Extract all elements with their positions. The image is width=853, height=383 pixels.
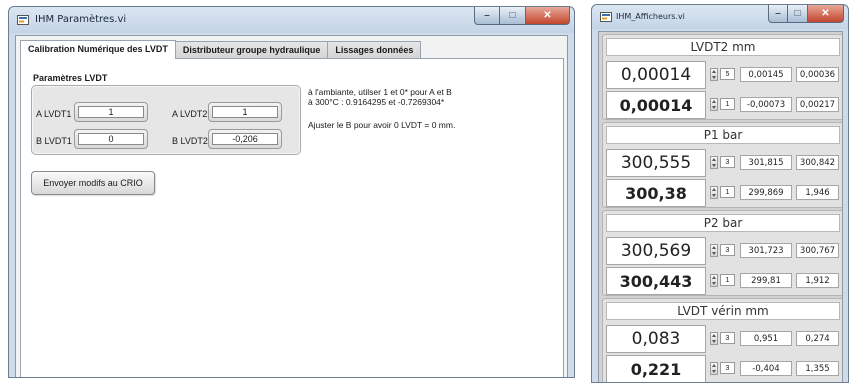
precision-spinner[interactable]: [710, 98, 718, 111]
secondary-value-display: 1,355: [796, 361, 839, 376]
max-value-display: 0,951: [740, 331, 792, 346]
maximize-button[interactable]: □: [500, 7, 526, 25]
precision-value[interactable]: 1: [720, 98, 735, 110]
tab-panel-calibration: Paramètres LVDT A LVDT1 1 A LVDT2 1 B LV…: [20, 58, 564, 377]
precision-value[interactable]: 3: [720, 156, 735, 168]
close-icon: ✕: [821, 8, 830, 19]
b-lvdt2-label: B LVDT2: [172, 136, 208, 146]
min-value-display: -0,00073: [740, 97, 792, 112]
secondary-value-display: 300,767: [796, 243, 839, 258]
min-value-display: -0,404: [740, 361, 792, 376]
secondary-value-display: 1,912: [796, 273, 839, 288]
a-lvdt1-value[interactable]: 1: [78, 106, 144, 118]
display-window-caption-buttons: – □ ✕: [768, 5, 844, 23]
precision-value[interactable]: 5: [720, 68, 735, 80]
minimize-icon: –: [775, 8, 781, 19]
settings-window-caption-buttons: – □ ✕: [474, 7, 570, 25]
panel-header: LVDT2 mm: [606, 38, 840, 56]
tab-calibration-lvdt[interactable]: Calibration Numérique des LVDT: [20, 40, 176, 59]
filtered-value-display: 0,00014: [606, 91, 706, 119]
display-window-client: LVDT2 mm 0,00014 5 0,00145 0,00036 0,000…: [598, 31, 843, 382]
maximize-button[interactable]: □: [788, 5, 808, 23]
maximize-icon: □: [509, 10, 516, 21]
group-title-parametres-lvdt: Paramètres LVDT: [33, 73, 108, 83]
send-to-crio-button[interactable]: Envoyer modifs au CRIO: [31, 171, 155, 195]
settings-window-client: Calibration Numérique des LVDT Distribut…: [15, 35, 568, 377]
panel-lvdt-verin: LVDT vérin mm 0,083 3 0,951 0,274 0,221 …: [602, 298, 842, 382]
minimize-button[interactable]: –: [474, 7, 500, 25]
instant-value-display: 300,555: [606, 149, 706, 177]
maximize-icon: □: [794, 8, 801, 19]
precision-spinner[interactable]: [710, 186, 718, 199]
precision-spinner[interactable]: [710, 274, 718, 287]
b-lvdt2-value[interactable]: -0,206: [212, 133, 278, 145]
labview-vi-icon: [17, 15, 29, 25]
min-value-display: 299,81: [740, 273, 792, 288]
panel-lvdt2: LVDT2 mm 0,00014 5 0,00145 0,00036 0,000…: [602, 34, 842, 120]
precision-value[interactable]: 3: [720, 362, 735, 374]
precision-spinner[interactable]: [710, 244, 718, 257]
max-value-display: 301,723: [740, 243, 792, 258]
b-lvdt2-field[interactable]: -0,206: [208, 129, 282, 149]
instant-value-display: 0,083: [606, 325, 706, 353]
precision-spinner[interactable]: [710, 68, 718, 81]
panel-header: P2 bar: [606, 214, 840, 232]
a-lvdt2-value[interactable]: 1: [212, 106, 278, 118]
note-ambient: à l'ambiante, utilser 1 et 0* pour A et …: [308, 87, 452, 97]
note-adjust-b: Ajuster le B pour avoir 0 LVDT = 0 mm.: [308, 120, 456, 130]
b-lvdt1-value[interactable]: 0: [78, 133, 144, 145]
panel-p2: P2 bar 300,569 3 301,723 300,767 300,443…: [602, 210, 842, 296]
settings-window-titlebar[interactable]: IHM Paramètres.vi – □ ✕: [9, 7, 574, 33]
b-lvdt1-field[interactable]: 0: [74, 129, 148, 149]
secondary-value-display: 0,00036: [796, 67, 839, 82]
secondary-value-display: 300,842: [796, 155, 839, 170]
a-lvdt2-field[interactable]: 1: [208, 102, 282, 122]
precision-value[interactable]: 1: [720, 186, 735, 198]
instant-value-display: 300,569: [606, 237, 706, 265]
tab-distributeur-hydraulique[interactable]: Distributeur groupe hydraulique: [174, 41, 329, 58]
filtered-value-display: 300,443: [606, 267, 706, 295]
precision-spinner[interactable]: [710, 156, 718, 169]
settings-window: IHM Paramètres.vi – □ ✕ Calibration Numé…: [8, 6, 575, 378]
display-window-titlebar[interactable]: IHM_Afficheurs.vi – □ ✕: [592, 5, 848, 29]
filtered-value-display: 0,221: [606, 355, 706, 382]
panel-header: LVDT vérin mm: [606, 302, 840, 320]
precision-value[interactable]: 3: [720, 244, 735, 256]
precision-spinner[interactable]: [710, 332, 718, 345]
tab-lissages-donnees[interactable]: Lissages données: [327, 41, 422, 58]
tab-bar: Calibration Numérique des LVDT Distribut…: [20, 40, 422, 59]
close-icon: ✕: [543, 10, 552, 21]
labview-vi-icon: [600, 12, 612, 22]
secondary-value-display: 0,00217: [796, 97, 839, 112]
precision-value[interactable]: 1: [720, 274, 735, 286]
a-lvdt2-label: A LVDT2: [172, 109, 208, 119]
precision-value[interactable]: 3: [720, 332, 735, 344]
display-window: IHM_Afficheurs.vi – □ ✕ LVDT2 mm 0,00014…: [591, 4, 849, 383]
secondary-value-display: 1,946: [796, 185, 839, 200]
settings-window-title: IHM Paramètres.vi: [35, 14, 127, 25]
panel-p1: P1 bar 300,555 3 301,815 300,842 300,38 …: [602, 122, 842, 208]
precision-spinner[interactable]: [710, 362, 718, 375]
a-lvdt1-label: A LVDT1: [36, 109, 72, 119]
lvdt-parameters-group: A LVDT1 1 A LVDT2 1 B LVDT1 0 B LVDT2 -0…: [31, 85, 301, 155]
a-lvdt1-field[interactable]: 1: [74, 102, 148, 122]
close-button[interactable]: ✕: [808, 5, 844, 23]
minimize-icon: –: [484, 10, 490, 21]
secondary-value-display: 0,274: [796, 331, 839, 346]
close-button[interactable]: ✕: [526, 7, 570, 25]
filtered-value-display: 300,38: [606, 179, 706, 207]
display-window-title: IHM_Afficheurs.vi: [616, 12, 685, 21]
max-value-display: 301,815: [740, 155, 792, 170]
max-value-display: 0,00145: [740, 67, 792, 82]
minimize-button[interactable]: –: [768, 5, 788, 23]
instant-value-display: 0,00014: [606, 61, 706, 89]
panel-header: P1 bar: [606, 126, 840, 144]
min-value-display: 299,869: [740, 185, 792, 200]
note-300c: à 300°C : 0.9164295 et -0.7269304*: [308, 97, 445, 107]
b-lvdt1-label: B LVDT1: [36, 136, 72, 146]
